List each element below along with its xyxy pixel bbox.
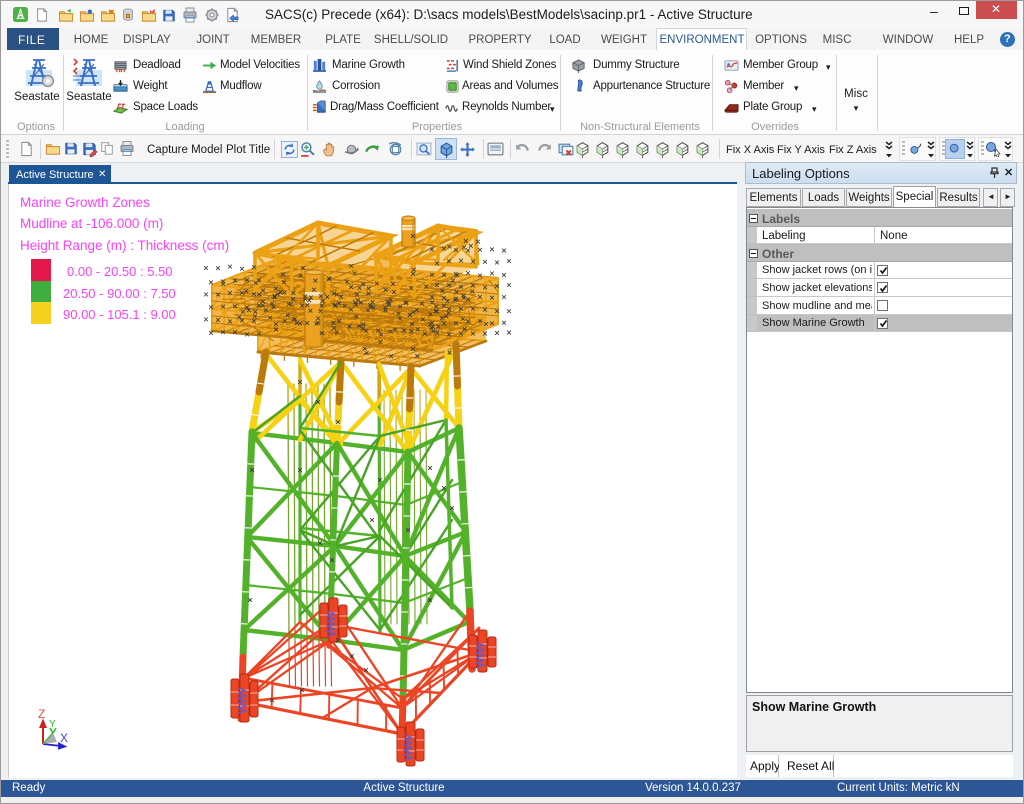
svg-text:Z: Z (38, 707, 45, 721)
svg-text:Y: Y (49, 719, 56, 730)
svg-text:X: X (60, 731, 68, 745)
